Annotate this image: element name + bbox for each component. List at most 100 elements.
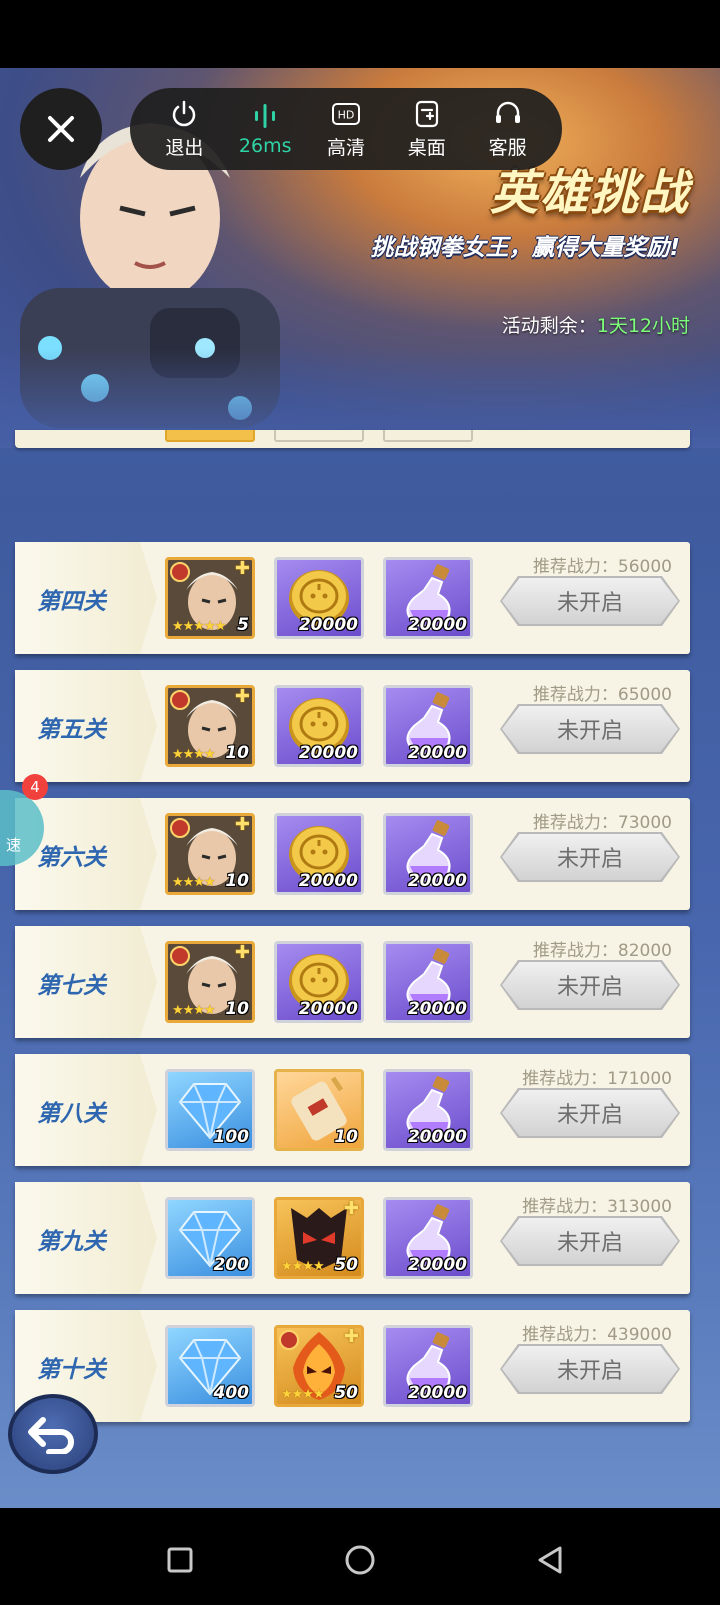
stage-row: 第六关 ★★★★ ✚ 10 20000 20000 推荐战力：73000 未开启 <box>15 798 690 910</box>
desktop-label: 桌面 <box>407 136 446 159</box>
recommended-power: 推荐战力：73000 <box>532 813 672 833</box>
reward-scroll[interactable]: 10 <box>274 1069 364 1151</box>
stage-row: 第八关 100 10 20000 推荐战力：171000 未开启 <box>15 1054 690 1166</box>
reward-diamond[interactable]: 400 <box>165 1325 255 1407</box>
reward-hero[interactable]: ★★★★ ✚ 10 <box>165 941 255 1023</box>
locked-button[interactable]: 未开启 <box>502 1346 678 1392</box>
reward-quantity: 10 <box>225 871 249 891</box>
locked-button[interactable]: 未开启 <box>502 578 678 624</box>
stage-row: 第四关 ★★★★★ ✚ 5 20000 20000 推荐战力：56000 未开启 <box>15 542 690 654</box>
time-label: 活动剩余： <box>501 315 597 337</box>
stage-row: 第七关 ★★★★ ✚ 10 20000 20000 推荐战力：82000 未开启 <box>15 926 690 1038</box>
reward-coin[interactable]: 20000 <box>274 941 364 1023</box>
reward-hero[interactable]: ★★★★ ✚ 10 <box>165 813 255 895</box>
system-back-button[interactable] <box>530 1540 570 1580</box>
stage-name: 第六关 <box>37 845 106 871</box>
star-rating: ★★★★ <box>172 875 216 890</box>
game-back-button[interactable] <box>8 1394 98 1474</box>
reward-quantity: 50 <box>334 1383 358 1403</box>
event-subtitle: 挑战钢拳女王，赢得大量奖励! <box>370 235 681 261</box>
reward-potion[interactable]: 20000 <box>383 557 473 639</box>
reward-potion[interactable]: 20000 <box>383 1325 473 1407</box>
stage-row: 第九关 200 ★★★★ ✚ 50 20000 推荐战力：313000 未开启 <box>15 1182 690 1294</box>
reward-potion[interactable]: 20000 <box>383 813 473 895</box>
recommended-power: 推荐战力：65000 <box>532 685 672 705</box>
reward-quantity: 20000 <box>407 871 467 891</box>
reward-diamond[interactable]: 200 <box>165 1197 255 1279</box>
game-screen: 英雄挑战 挑战钢拳女王，赢得大量奖励! 活动剩余：1天12小时 退出 26ms <box>0 68 720 1508</box>
reward-quantity: 5 <box>237 615 249 635</box>
star-rating: ★★★★★ <box>172 619 226 634</box>
reward-quantity: 20000 <box>298 871 358 891</box>
element-badge-icon <box>170 690 190 710</box>
hd-icon-text: HD <box>338 108 355 121</box>
plus-icon: ✚ <box>343 1326 359 1347</box>
desktop-shortcut-icon <box>415 100 438 127</box>
plus-icon: ✚ <box>234 942 250 963</box>
headset-icon <box>495 101 520 123</box>
plus-icon: ✚ <box>343 1198 359 1219</box>
plus-icon: ✚ <box>234 558 250 579</box>
reward-potion[interactable]: 20000 <box>383 1069 473 1151</box>
undo-arrow-icon <box>28 1417 74 1454</box>
reward-hero[interactable]: ★★★★ ✚ 10 <box>165 685 255 767</box>
star-rating: ★★★★ <box>281 1259 325 1274</box>
reward-quantity: 20000 <box>298 743 358 763</box>
stage-name: 第十关 <box>37 1357 106 1383</box>
reward-quantity: 20000 <box>407 1255 467 1275</box>
reward-quantity: 400 <box>213 1383 250 1403</box>
reward-diamond[interactable]: 100 <box>165 1069 255 1151</box>
time-remaining: 活动剩余：1天12小时 <box>502 311 690 338</box>
element-badge-icon <box>279 1330 299 1350</box>
previous-stage-row-partial <box>15 430 690 448</box>
locked-button[interactable]: 未开启 <box>502 706 678 752</box>
reward-quantity: 20000 <box>298 615 358 635</box>
locked-button[interactable]: 未开启 <box>502 962 678 1008</box>
back-icon <box>538 1546 562 1574</box>
speed-widget-label: 速 <box>6 836 22 854</box>
plus-icon: ✚ <box>234 814 250 835</box>
recommended-power: 推荐战力：439000 <box>522 1325 672 1345</box>
star-rating: ★★★★ <box>281 1387 325 1402</box>
stage-name: 第七关 <box>37 973 106 999</box>
home-icon <box>345 1545 375 1575</box>
locked-button[interactable]: 未开启 <box>502 1218 678 1264</box>
desktop-button[interactable]: 桌面 <box>389 99 465 160</box>
recommended-power: 推荐战力：313000 <box>522 1197 672 1217</box>
quality-button[interactable]: HD 高清 <box>308 99 384 160</box>
support-label: 客服 <box>488 136 527 159</box>
reward-potion[interactable]: 20000 <box>383 941 473 1023</box>
support-button[interactable]: 客服 <box>470 99 546 160</box>
reward-quantity: 20000 <box>407 743 467 763</box>
plus-icon: ✚ <box>234 686 250 707</box>
exit-label: 退出 <box>165 136 204 159</box>
status-bar-area <box>0 0 720 68</box>
reward-slot-partial <box>274 430 364 442</box>
stage-row: 第十关 400 ★★★★ ✚ 50 20000 推荐战力：439000 未开启 <box>15 1310 690 1422</box>
stage-name: 第八关 <box>37 1101 106 1127</box>
recent-apps-button[interactable] <box>160 1540 200 1580</box>
stage-row: 第五关 ★★★★ ✚ 10 20000 20000 推荐战力：65000 未开启 <box>15 670 690 782</box>
reward-potion[interactable]: 20000 <box>383 685 473 767</box>
reward-coin[interactable]: 20000 <box>274 813 364 895</box>
reward-quantity: 10 <box>225 743 249 763</box>
power-icon <box>173 100 196 126</box>
locked-button[interactable]: 未开启 <box>502 1090 678 1136</box>
reward-coin[interactable]: 20000 <box>274 685 364 767</box>
reward-mask[interactable]: ★★★★ ✚ 50 <box>274 1197 364 1279</box>
home-button[interactable] <box>340 1540 380 1580</box>
reward-coin[interactable]: 20000 <box>274 557 364 639</box>
stage-name: 第四关 <box>37 589 106 615</box>
reward-fire-mask[interactable]: ★★★★ ✚ 50 <box>274 1325 364 1407</box>
recommended-power: 推荐战力：82000 <box>532 941 672 961</box>
latency-indicator[interactable]: 26ms <box>227 101 303 157</box>
recommended-power: 推荐战力：171000 <box>522 1069 672 1089</box>
exit-button[interactable]: 退出 <box>146 99 222 160</box>
close-button[interactable] <box>20 88 102 170</box>
reward-potion[interactable]: 20000 <box>383 1197 473 1279</box>
reward-hero[interactable]: ★★★★★ ✚ 5 <box>165 557 255 639</box>
element-badge-icon <box>170 818 190 838</box>
reward-quantity: 20000 <box>407 1127 467 1147</box>
element-badge-icon <box>170 946 190 966</box>
locked-button[interactable]: 未开启 <box>502 834 678 880</box>
